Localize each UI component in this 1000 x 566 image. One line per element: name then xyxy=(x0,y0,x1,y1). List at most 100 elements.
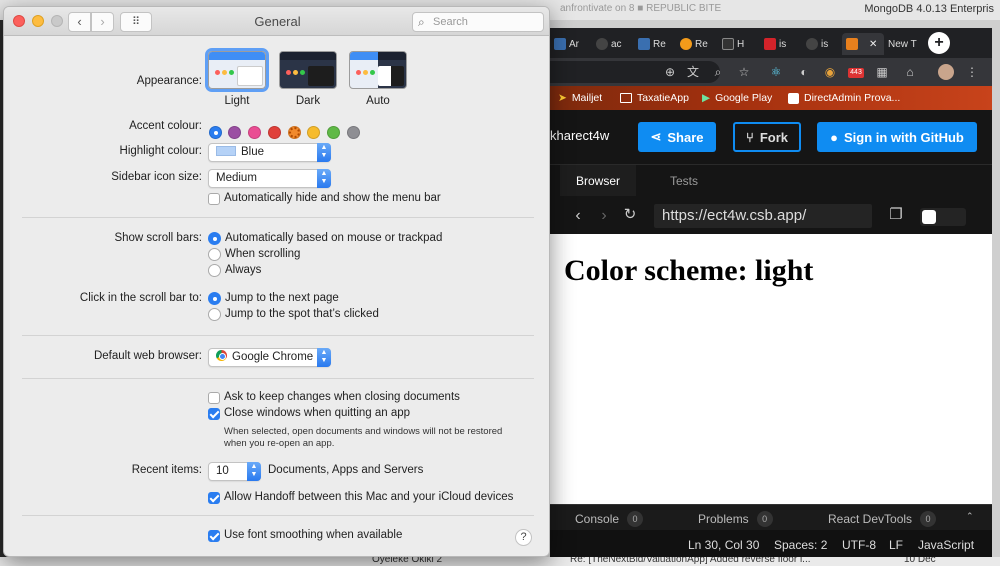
highlight-colour-select[interactable]: Blue ▲ ▼ xyxy=(208,143,331,162)
close-windows-checkbox[interactable] xyxy=(208,408,220,420)
bookmark-label: Mailjet xyxy=(571,92,603,104)
appearance-label: Appearance: xyxy=(136,75,202,87)
separator xyxy=(22,217,534,218)
preview-heading: Color scheme: light xyxy=(564,254,814,287)
browser-tab[interactable]: H xyxy=(718,33,760,55)
tab-console[interactable]: Console 0 xyxy=(575,511,644,527)
zoom-icon[interactable]: ⌕ xyxy=(710,64,726,80)
browser-tab-strip: Ar ac Re Re H is is ✕ New T + xyxy=(550,28,992,58)
accent-red-swatch[interactable] xyxy=(268,126,281,139)
extension-icon[interactable]: ▦ xyxy=(874,64,890,80)
jump-next-page-radio[interactable] xyxy=(208,292,221,305)
new-tab-button[interactable]: + xyxy=(928,32,950,54)
tab-browser[interactable]: Browser xyxy=(560,165,637,197)
devtools-count: 0 xyxy=(756,511,773,527)
default-browser-select[interactable]: Google Chrome ▲ ▼ xyxy=(208,348,331,367)
refresh-icon[interactable]: ↻ xyxy=(622,207,638,223)
tab-tests[interactable]: Tests xyxy=(654,165,714,197)
note-line: When selected, open documents and window… xyxy=(224,426,503,437)
jump-to-spot-radio[interactable] xyxy=(208,308,221,321)
browser-tab[interactable]: Re xyxy=(676,33,718,55)
search-field[interactable]: ⌕ Search xyxy=(412,12,544,32)
bookmark-item[interactable]: DirectAdmin Prova... xyxy=(788,92,900,104)
back-arrow-icon[interactable]: ‹ xyxy=(570,208,586,224)
scroll-bars-automatic-radio[interactable] xyxy=(208,232,221,245)
menu-icon[interactable]: ⋮ xyxy=(964,64,980,80)
auto-hide-menu-bar-checkbox[interactable] xyxy=(208,193,220,205)
extension-icon[interactable]: ◐ xyxy=(796,64,812,80)
bookmark-item[interactable]: ➤ Mailjet xyxy=(558,92,602,104)
tab-favicon-icon xyxy=(722,38,734,50)
chevron-up-icon[interactable]: ⌃ xyxy=(966,511,974,522)
home-icon[interactable]: ⌂ xyxy=(902,64,918,80)
updown-icon: ▲ ▼ xyxy=(317,348,331,367)
browser-tab[interactable]: New T xyxy=(884,33,926,55)
recent-items-value: 10 xyxy=(216,465,229,477)
github-icon xyxy=(806,38,818,50)
appearance-dark-option[interactable]: Dark xyxy=(279,51,337,107)
accent-graphite-swatch[interactable] xyxy=(347,126,360,139)
tab-react-devtools[interactable]: React DevTools 0 xyxy=(828,511,937,527)
sidebar-icon-size-select[interactable]: Medium ▲ ▼ xyxy=(208,169,331,188)
tab-problems[interactable]: Problems 0 xyxy=(698,511,773,527)
forward-button[interactable]: › xyxy=(91,12,114,32)
browser-tab[interactable]: Ar xyxy=(550,33,592,55)
sandbox-title: kharect4w xyxy=(550,128,610,143)
editor-status-bar: Ln 30, Col 30 Spaces: 2 UTF-8 LF JavaScr… xyxy=(550,530,992,558)
browser-tab[interactable]: Re xyxy=(634,33,676,55)
bookmark-star-icon[interactable]: ☆ xyxy=(736,64,752,80)
translate-icon[interactable]: 文 xyxy=(685,64,701,80)
background-mail-row: Oyeleke Okiki 2 Re: [TheNextBid/Valuatio… xyxy=(320,557,1000,566)
github-signin-button[interactable]: ● Sign in with GitHub xyxy=(817,122,977,152)
encoding: UTF-8 xyxy=(842,538,876,552)
bookmark-item[interactable]: ▶ Google Play xyxy=(702,92,772,104)
show-all-button[interactable]: ⠿ xyxy=(120,12,152,32)
share-button[interactable]: ⋖ Share xyxy=(638,122,716,152)
open-new-window-icon[interactable]: ❐ xyxy=(888,207,904,223)
browser-tab[interactable]: ac xyxy=(592,33,634,55)
font-smoothing-checkbox[interactable] xyxy=(208,530,220,542)
browser-tab-active[interactable]: ✕ xyxy=(842,33,884,55)
browser-tab[interactable]: is xyxy=(760,33,802,55)
accent-orange-swatch[interactable] xyxy=(288,126,301,139)
accent-green-swatch[interactable] xyxy=(327,126,340,139)
indentation: Spaces: 2 xyxy=(774,538,828,552)
jump-to-spot-label: Jump to the spot that’s clicked xyxy=(225,308,379,320)
help-button[interactable]: ? xyxy=(515,529,532,546)
fork-button[interactable]: ⑂ Fork xyxy=(733,122,801,152)
accent-pink-swatch[interactable] xyxy=(248,126,261,139)
signin-label: Sign in with GitHub xyxy=(843,129,964,145)
tab-label: Re xyxy=(653,38,666,50)
recent-items-label: Recent items: xyxy=(131,464,202,476)
https-badge-icon[interactable]: 443 xyxy=(848,68,864,78)
scroll-bars-always-radio[interactable] xyxy=(208,264,221,277)
tab-close-icon[interactable]: ✕ xyxy=(869,39,877,50)
accent-purple-swatch[interactable] xyxy=(228,126,241,139)
separator xyxy=(22,378,534,379)
language-mode: JavaScript xyxy=(918,538,975,552)
scroll-bars-when-scrolling-radio[interactable] xyxy=(208,248,221,261)
bookmark-item[interactable]: TaxatieApp xyxy=(620,92,689,104)
appearance-dark-label: Dark xyxy=(295,95,321,107)
back-button[interactable]: ‹ xyxy=(68,12,91,32)
recent-items-select[interactable]: 10 ▲ ▼ xyxy=(208,462,261,481)
forward-arrow-icon[interactable]: › xyxy=(596,208,612,224)
preview-url-field[interactable]: https://ect4w.csb.app/ xyxy=(654,204,872,228)
tab-label: Re xyxy=(695,38,708,50)
updown-icon: ▲ ▼ xyxy=(317,143,331,162)
accent-blue-swatch[interactable] xyxy=(209,126,222,139)
dark-thumbnail xyxy=(279,51,337,89)
react-extension-icon[interactable]: ⚛ xyxy=(768,64,784,80)
appearance-light-option[interactable]: Light xyxy=(205,48,269,107)
theme-toggle[interactable] xyxy=(920,208,966,226)
browser-tab[interactable]: is xyxy=(802,33,844,55)
recent-items-suffix: Documents, Apps and Servers xyxy=(268,464,424,476)
ask-keep-changes-checkbox[interactable] xyxy=(208,392,220,404)
appearance-auto-option[interactable]: Auto xyxy=(349,51,407,107)
profile-avatar[interactable] xyxy=(938,64,954,80)
accent-yellow-swatch[interactable] xyxy=(307,126,320,139)
chrome-extension-icon[interactable]: ◉ xyxy=(822,64,838,80)
add-icon[interactable]: ⊕ xyxy=(662,64,678,80)
devtools-tab-label: Console xyxy=(575,512,620,526)
allow-handoff-checkbox[interactable] xyxy=(208,492,220,504)
